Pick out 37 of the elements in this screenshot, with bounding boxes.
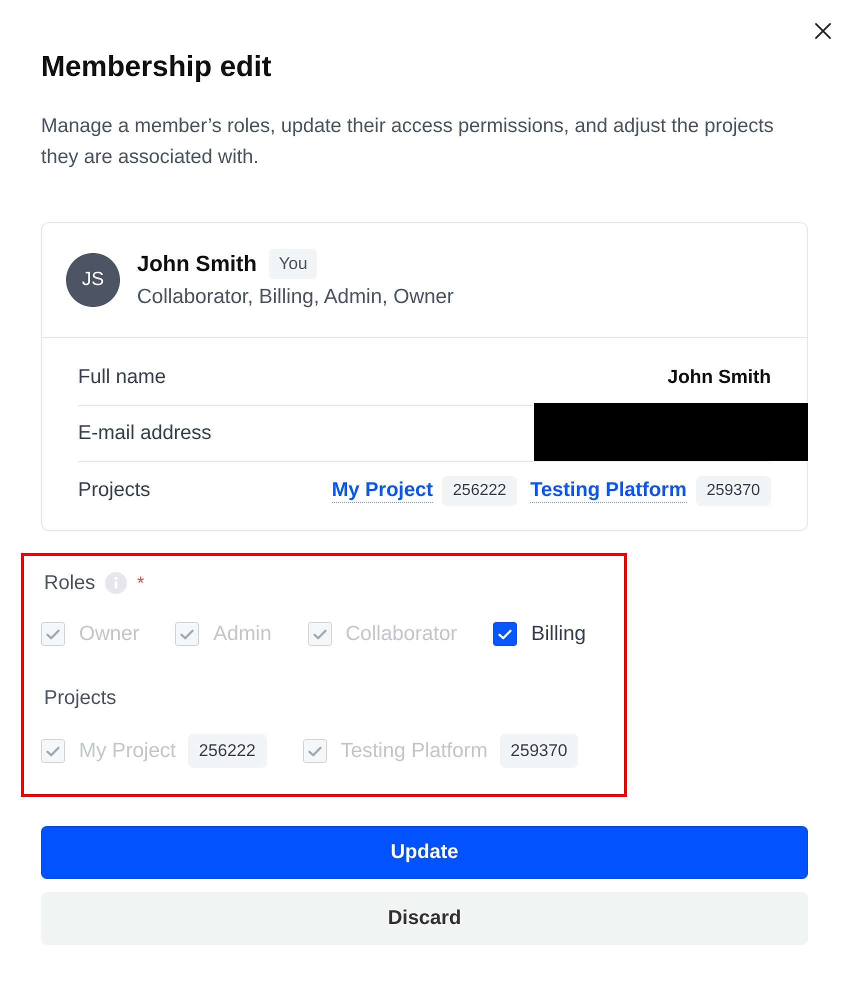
- check-icon: [180, 628, 194, 640]
- project-id-badge: 256222: [188, 734, 267, 768]
- project-id-badge: 259370: [696, 476, 771, 506]
- dialog-description: Manage a member’s roles, update their access permissions, and adjust the projects they are associated with.: [41, 114, 775, 170]
- check-icon: [498, 628, 512, 640]
- project-id-badge: 256222: [442, 476, 518, 506]
- check-icon: [308, 746, 322, 756]
- section-label: Projects: [44, 686, 116, 710]
- check-icon: [46, 746, 60, 756]
- check-icon: [46, 628, 60, 640]
- close-button[interactable]: [812, 20, 834, 42]
- field-label: Projects: [78, 479, 150, 502]
- checkbox-label: Collaborator: [346, 622, 458, 646]
- member-roles: Collaborator, Billing, Admin, Owner: [137, 284, 454, 310]
- discard-button[interactable]: Discard: [41, 892, 808, 945]
- member-badge: You: [268, 249, 318, 279]
- avatar: JS: [66, 253, 120, 307]
- member-name: John Smith: [137, 250, 257, 278]
- checkbox-label: Testing Platform: [340, 739, 488, 763]
- project-link[interactable]: Testing Platform: [530, 478, 687, 503]
- close-icon: [815, 23, 831, 39]
- checkbox-label: Billing: [531, 622, 586, 646]
- field-label: E-mail address: [78, 422, 212, 445]
- required-mark: *: [137, 572, 144, 594]
- field-value: John Smith: [668, 366, 771, 388]
- info-icon[interactable]: [105, 572, 128, 594]
- section-label: Roles: [44, 572, 96, 594]
- checkbox-label: Owner: [79, 622, 140, 646]
- dialog-title: Membership edit: [41, 50, 272, 84]
- update-button[interactable]: Update: [41, 826, 808, 879]
- check-icon: [312, 628, 326, 640]
- project-id-badge: 259370: [500, 734, 578, 768]
- checkbox[interactable]: [493, 622, 518, 646]
- checkbox-label: Admin: [213, 622, 272, 646]
- field-label: Full name: [78, 366, 166, 389]
- project-link[interactable]: My Project: [332, 478, 433, 503]
- checkbox-label: My Project: [79, 739, 176, 763]
